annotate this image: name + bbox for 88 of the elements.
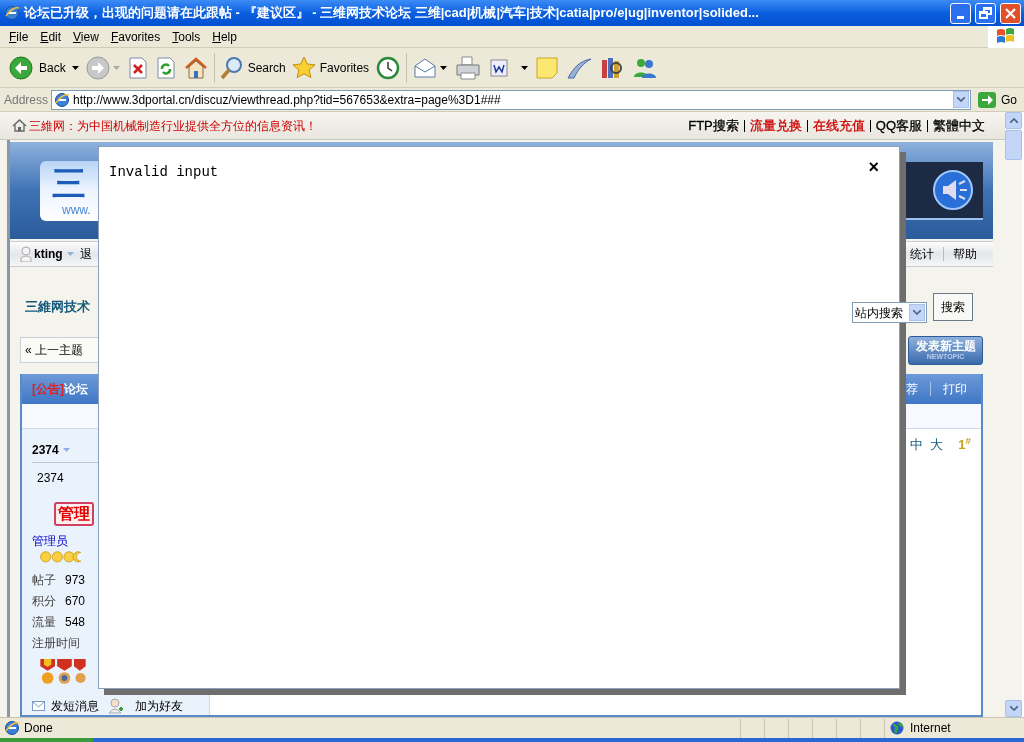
menu-item[interactable]: Edit	[34, 27, 68, 46]
admin-badge: 管理	[54, 502, 94, 526]
author-name[interactable]: 2374	[32, 441, 59, 459]
menu-item[interactable]: File	[3, 27, 35, 46]
user-add-icon	[109, 698, 123, 714]
caret-icon[interactable]	[440, 65, 448, 70]
user-group-label: 管理员	[32, 533, 69, 550]
author-id: 2374	[37, 470, 65, 487]
go-button[interactable]: Go	[974, 90, 1020, 109]
browser-logo-icon	[54, 91, 71, 108]
house-icon	[183, 56, 208, 79]
logout-link[interactable]: 退	[79, 245, 92, 263]
star-icon	[291, 55, 316, 80]
thread-title: 论坛	[64, 381, 88, 398]
envelope-icon	[413, 57, 438, 78]
stat-label: 积分	[32, 592, 56, 610]
minimize-button[interactable]	[950, 2, 971, 24]
stop-icon	[127, 56, 148, 79]
top-link[interactable]: FTP搜索	[688, 115, 739, 136]
sticky-note-icon	[536, 56, 559, 79]
people-icon	[632, 56, 659, 79]
speaker-icon	[933, 169, 973, 210]
chevron-down-icon	[913, 310, 921, 315]
printer-icon	[455, 55, 482, 80]
breadcrumb-link[interactable]: 三維网技术	[25, 296, 90, 317]
globe-icon	[890, 721, 904, 735]
address-field[interactable]: http://www.3dportal.cn/discuz/viewthread.php?tid=567653&extra=page%3D1###	[51, 89, 971, 110]
top-link[interactable]: 在线充值	[812, 115, 865, 136]
envelope-icon	[32, 701, 45, 711]
registered-label: 注册时间	[32, 634, 81, 652]
scrollbar[interactable]	[1005, 112, 1022, 717]
scroll-thumb[interactable]	[1005, 130, 1022, 160]
search-scope-select[interactable]: 站内搜索	[852, 302, 927, 323]
browser-logo-icon	[4, 720, 20, 736]
announcement-tag: [公告]	[32, 380, 64, 398]
post-floor-number: 1$^{#}$	[958, 435, 971, 454]
user-icon	[20, 246, 32, 262]
nav-link[interactable]: 帮助	[953, 245, 977, 263]
nav-link[interactable]: 统计	[910, 245, 934, 263]
thread-action-link[interactable]: 荐	[906, 380, 918, 398]
window-title: 论坛已升级，出现的问题请在此跟帖 - 『建议区』 - 三维网技术论坛 三维|cad|机械|汽车|技术|catia|pro/e|ug|inventor|solided...	[24, 4, 760, 23]
feather-icon	[566, 56, 593, 79]
stat-value: 548	[65, 613, 86, 631]
add-friend-link[interactable]: 加为好友	[135, 697, 183, 715]
close-button[interactable]	[1000, 2, 1021, 24]
font-size-link[interactable]: 大	[930, 435, 944, 455]
browser-logo-icon	[4, 5, 20, 21]
search-button[interactable]: Search	[216, 50, 289, 85]
security-zone: Internet	[910, 720, 951, 737]
stat-label: 流量	[32, 613, 56, 631]
restore-button[interactable]	[975, 2, 996, 24]
chevron-down-icon	[1009, 706, 1018, 711]
message-link[interactable]: 发短消息	[51, 697, 99, 715]
stat-value: 670	[65, 592, 86, 610]
back-button[interactable]: Back	[6, 50, 82, 85]
scroll-down-button[interactable]	[1005, 700, 1022, 717]
menu-item[interactable]: View	[67, 27, 105, 46]
site-slogan: 三維网：为中国机械制造行业提供全方位的信息资讯！	[29, 117, 317, 135]
address-label: Address	[4, 91, 49, 109]
favorites-button[interactable]: Favorites	[288, 50, 373, 85]
font-size-link[interactable]: 中	[910, 435, 924, 455]
chevron-up-icon	[1009, 118, 1018, 123]
close-icon	[1005, 7, 1016, 19]
clock-icon	[376, 55, 401, 80]
search-button[interactable]: 搜索	[933, 292, 973, 321]
document-icon	[489, 57, 510, 78]
stat-label: 帖子	[32, 571, 56, 589]
menu-item[interactable]: Favorites	[104, 27, 167, 46]
chevron-down-icon	[957, 97, 965, 102]
username-link[interactable]: kting	[34, 245, 63, 263]
windows-logo-icon	[988, 25, 1024, 48]
caret-icon[interactable]	[521, 65, 529, 70]
close-button[interactable]: ×	[868, 158, 879, 176]
stat-value: 973	[65, 571, 86, 589]
books-icon	[600, 55, 625, 80]
scroll-up-button[interactable]	[1005, 112, 1022, 129]
house-icon	[12, 119, 27, 132]
top-link[interactable]: 流量兑换	[749, 115, 802, 136]
top-link[interactable]: QQ客服	[875, 115, 922, 136]
status-text: Done	[24, 720, 54, 737]
menu-item[interactable]: Tools	[166, 27, 207, 46]
thread-action-link[interactable]: 打印	[943, 380, 967, 398]
menu-item[interactable]: Help	[206, 27, 243, 46]
refresh-icon	[155, 56, 176, 79]
top-link[interactable]: 繁體中文	[933, 115, 985, 136]
search-icon	[219, 55, 244, 80]
dropdown-button[interactable]	[953, 91, 969, 108]
caret-icon[interactable]	[71, 65, 79, 70]
